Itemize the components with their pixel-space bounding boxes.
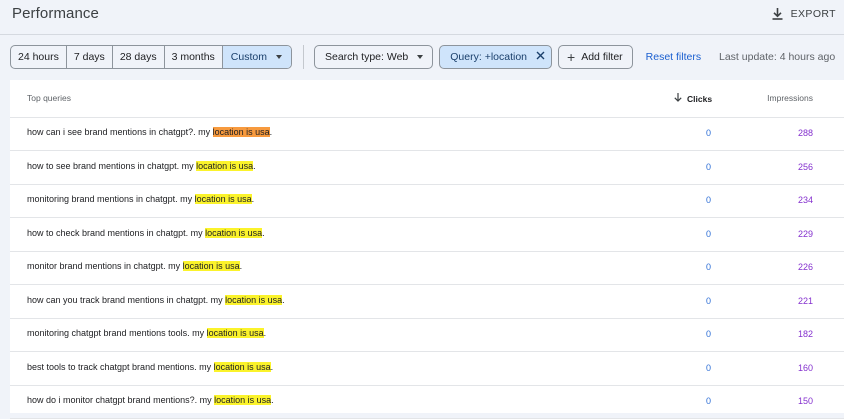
query-suffix: . [282, 295, 285, 305]
clicks-cell: 0 [705, 363, 711, 373]
queries-table: Top queries Clicks Impressions how can i… [10, 80, 844, 419]
search-type-label: Search type: Web [324, 51, 409, 63]
query-highlight: location is usa [214, 395, 272, 405]
query-text: how can you track brand mentions in chat… [27, 295, 226, 305]
date-range-selector: 24 hours 7 days 28 days 3 months Custom [10, 45, 292, 69]
query-highlight: location is usa [213, 362, 271, 372]
impressions-cell: 229 [797, 229, 813, 239]
query-text: how to see brand mentions in chatgpt. my [27, 161, 197, 171]
query-cell: monitoring brand mentions in chatgpt. my… [27, 194, 254, 204]
query-text: monitoring brand mentions in chatgpt. my [27, 194, 195, 204]
export-button[interactable]: EXPORT [772, 5, 836, 23]
table-row[interactable]: best tools to track chatgpt brand mentio… [10, 352, 844, 386]
clicks-header-label: Clicks [687, 93, 713, 104]
custom-label: Custom [230, 51, 267, 63]
table-row[interactable]: how can you track brand mentions in chat… [10, 285, 844, 319]
impressions-cell: 288 [797, 128, 813, 138]
query-suffix: . [262, 228, 265, 238]
query-cell: how can you track brand mentions in chat… [27, 295, 285, 305]
query-highlight: location is usa [212, 127, 270, 137]
last-update-text: Last update: 4 hours ago [719, 51, 836, 63]
close-icon[interactable] [536, 51, 545, 63]
impressions-cell: 256 [797, 162, 813, 172]
impressions-cell: 150 [797, 396, 813, 406]
impressions-cell: 160 [797, 363, 813, 373]
query-text: best tools to track chatgpt brand mentio… [27, 362, 214, 372]
query-cell: how to check brand mentions in chatgpt. … [27, 228, 265, 238]
column-header-impressions[interactable]: Impressions [767, 93, 813, 103]
impressions-cell: 182 [797, 329, 813, 339]
query-highlight: location is usa [225, 295, 283, 305]
query-suffix: . [263, 328, 267, 338]
table-row[interactable]: how do i monitor chatgpt brand mentions?… [10, 385, 844, 419]
add-filter-button[interactable]: + Add filter [558, 45, 633, 69]
query-highlight: location is usa [196, 161, 254, 171]
query-cell: how do i monitor chatgpt brand mentions?… [27, 395, 274, 405]
caret-down-icon [275, 55, 282, 59]
clicks-cell: 0 [705, 329, 711, 339]
download-icon [772, 8, 783, 20]
table-row[interactable]: monitor brand mentions in chatgpt. my lo… [10, 251, 844, 285]
query-text: how do i monitor chatgpt brand mentions?… [27, 395, 215, 405]
clicks-cell: 0 [705, 229, 711, 239]
query-filter-label: Query: +location [450, 51, 528, 63]
query-text: how can i see brand mentions in chatgpt?… [27, 127, 213, 137]
query-suffix: . [251, 194, 255, 204]
query-suffix: . [253, 161, 256, 171]
impressions-cell: 221 [797, 296, 813, 306]
query-text: monitor brand mentions in chatgpt. my [27, 261, 183, 271]
query-suffix: . [270, 362, 274, 372]
impressions-cell: 226 [797, 262, 813, 272]
clicks-cell: 0 [705, 195, 711, 205]
clicks-cell: 0 [705, 262, 711, 272]
query-highlight: location is usa [206, 328, 264, 338]
query-cell: best tools to track chatgpt brand mentio… [27, 362, 273, 372]
query-cell: how can i see brand mentions in chatgpt?… [27, 127, 272, 137]
table-row[interactable]: how can i see brand mentions in chatgpt?… [10, 117, 844, 151]
page-title: Performance [12, 5, 99, 22]
query-suffix: . [239, 261, 243, 271]
clicks-cell: 0 [705, 296, 711, 306]
query-cell: monitor brand mentions in chatgpt. my lo… [27, 261, 242, 271]
date-range-custom[interactable]: Custom [222, 46, 291, 68]
reset-filters-link[interactable]: Reset filters [646, 51, 701, 63]
header-bar: Performance EXPORT [0, 0, 844, 35]
query-cell: how to see brand mentions in chatgpt. my… [27, 161, 256, 171]
query-text: monitoring chatgpt brand mentions tools.… [27, 328, 207, 338]
query-cell: monitoring chatgpt brand mentions tools.… [27, 328, 266, 338]
table-row[interactable]: monitoring brand mentions in chatgpt. my… [10, 184, 844, 218]
column-header-query[interactable]: Top queries [27, 93, 71, 103]
arrow-down-icon [674, 93, 682, 104]
query-highlight: location is usa [182, 261, 240, 271]
add-filter-label: Add filter [581, 51, 623, 63]
table-row[interactable]: how to check brand mentions in chatgpt. … [10, 218, 844, 252]
query-filter-chip[interactable]: Query: +location [439, 45, 553, 69]
clicks-cell: 0 [705, 162, 711, 172]
query-text: how to check brand mentions in chatgpt. … [27, 228, 206, 238]
date-range-28-days[interactable]: 28 days [113, 46, 165, 68]
query-suffix: . [269, 127, 273, 137]
plus-icon: + [567, 49, 576, 65]
clicks-cell: 0 [705, 128, 711, 138]
table-row[interactable]: monitoring chatgpt brand mentions tools.… [10, 318, 844, 352]
search-type-filter[interactable]: Search type: Web [313, 45, 434, 69]
date-range-7-days[interactable]: 7 days [67, 46, 113, 68]
export-label: EXPORT [790, 8, 836, 20]
clicks-cell: 0 [705, 396, 711, 406]
table-header: Top queries Clicks Impressions [10, 80, 844, 118]
caret-down-icon [417, 55, 424, 59]
date-range-24-hours[interactable]: 24 hours [11, 46, 67, 68]
query-highlight: location is usa [205, 228, 263, 238]
impressions-cell: 234 [797, 195, 813, 205]
column-header-clicks[interactable]: Clicks [674, 93, 712, 104]
table-row[interactable]: how to see brand mentions in chatgpt. my… [10, 151, 844, 185]
query-highlight: location is usa [194, 194, 252, 204]
query-suffix: . [271, 395, 274, 405]
divider [302, 45, 304, 69]
date-range-3-months[interactable]: 3 months [165, 46, 223, 68]
